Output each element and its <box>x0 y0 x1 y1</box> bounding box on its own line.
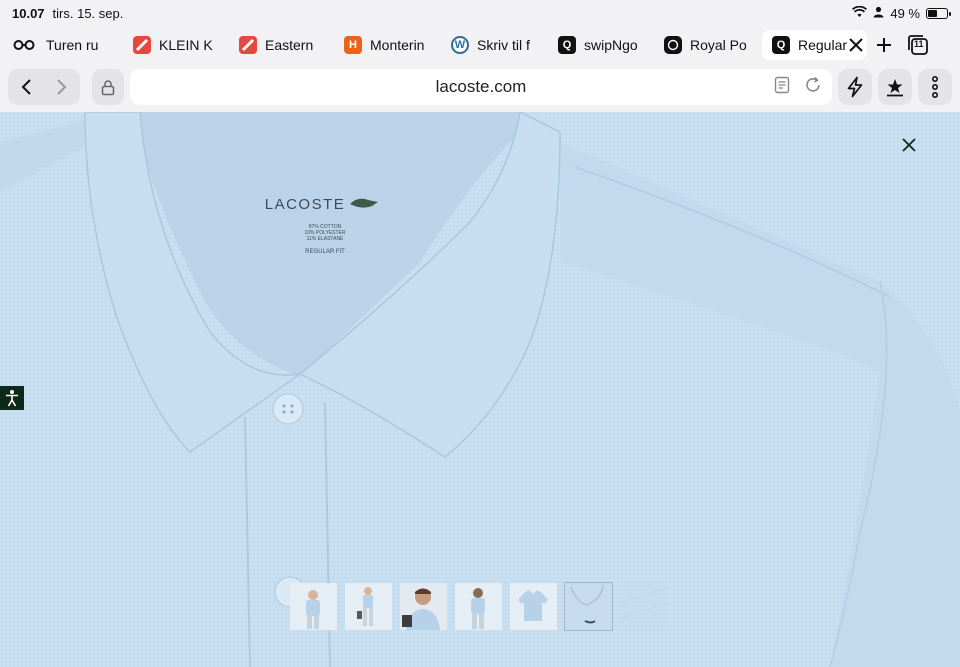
accessibility-button[interactable] <box>0 386 24 410</box>
tab-label: Monterin <box>370 37 425 53</box>
tab-strip: Turen ru KLEIN K Eastern H Monterin W Sk… <box>0 28 960 62</box>
q-icon: Q <box>558 36 576 54</box>
close-tab-icon[interactable] <box>847 36 865 57</box>
royal-icon <box>664 36 682 54</box>
thumb-model-full[interactable] <box>345 583 392 630</box>
tab-royal[interactable]: Royal Po <box>654 30 762 60</box>
tab-label: Eastern <box>265 37 314 53</box>
accessibility-icon <box>6 390 18 407</box>
bolt-button[interactable] <box>838 69 872 105</box>
url-text: lacoste.com <box>435 77 527 96</box>
forward-button[interactable] <box>44 69 80 105</box>
star-download-icon <box>887 79 903 97</box>
reader-icon[interactable] <box>774 76 790 99</box>
wordpress-icon: W <box>451 36 469 54</box>
tab-label: Skriv til f <box>477 37 530 53</box>
battery-icon <box>926 7 951 19</box>
lock-icon <box>101 79 115 95</box>
tab-label: Royal Po <box>690 37 747 53</box>
browser-toolbar: lacoste.com <box>0 64 960 110</box>
tab-label: Turen ru <box>46 37 99 53</box>
bolt-icon <box>847 76 863 98</box>
security-button[interactable] <box>92 69 124 105</box>
thumb-collar-detail[interactable] <box>564 582 613 631</box>
more-vertical-icon <box>932 76 938 98</box>
status-time: 10.07 <box>12 5 45 21</box>
thumb-shirt-flat[interactable] <box>510 583 557 630</box>
thumb-model-back[interactable] <box>455 583 502 630</box>
close-zoom-button[interactable] <box>898 134 920 156</box>
thumb-model-front[interactable] <box>290 583 337 630</box>
thumb-fabric-detail[interactable] <box>620 583 667 630</box>
tab-monterin[interactable]: H Monterin <box>334 30 441 60</box>
fit-label: REGULAR FIT <box>305 249 345 255</box>
q-icon: Q <box>772 36 790 54</box>
thumbnail-strip <box>290 582 667 631</box>
reload-icon[interactable] <box>804 76 822 99</box>
chevron-left-icon <box>21 79 31 95</box>
tab-label: swipNgo <box>584 37 638 53</box>
bookmark-button[interactable] <box>878 69 912 105</box>
status-bar: 10.07 tirs. 15. sep. 49 % <box>0 0 960 26</box>
new-tab-button[interactable] <box>869 30 899 60</box>
brand-label: LACOSTE <box>265 196 346 213</box>
more-button[interactable] <box>918 69 952 105</box>
status-date: tirs. 15. sep. <box>52 5 124 21</box>
chevron-right-icon <box>57 79 67 95</box>
tab-klein[interactable]: KLEIN K <box>123 30 229 60</box>
product-zoom-view: LACOSTE 87% COTTON 10% POLYESTER 11% ELA… <box>0 112 960 667</box>
tab-eastern[interactable]: Eastern <box>229 30 334 60</box>
tab-overview-button[interactable]: 11 <box>903 30 933 60</box>
h-icon: H <box>344 36 362 54</box>
person-icon <box>873 6 884 21</box>
tab-skriv[interactable]: W Skriv til f <box>441 30 548 60</box>
address-bar[interactable]: lacoste.com <box>130 69 832 105</box>
eastern-icon <box>239 36 257 54</box>
status-indicators: 49 % <box>852 5 951 21</box>
tab-turen[interactable]: Turen ru <box>0 30 123 60</box>
thumb-model-portrait[interactable] <box>400 583 447 630</box>
kleinanzeigen-icon <box>133 36 151 54</box>
battery-percent: 49 % <box>890 5 920 21</box>
tab-label: KLEIN K <box>159 37 213 53</box>
label-line: 11% ELASTANE <box>307 236 344 242</box>
wifi-icon <box>852 5 868 21</box>
plus-icon <box>877 38 891 52</box>
tab-label: Regular <box>798 37 848 53</box>
close-icon <box>902 138 916 152</box>
tab-swipngo[interactable]: Q swipNgo <box>548 30 654 60</box>
back-button[interactable] <box>8 69 44 105</box>
toolbar-actions <box>838 69 952 105</box>
nav-group <box>8 69 80 105</box>
glasses-icon <box>10 36 38 54</box>
tab-count: 11 <box>914 39 924 49</box>
address-bar-icons <box>774 69 822 105</box>
tab-regular[interactable]: Q Regular <box>762 30 867 60</box>
